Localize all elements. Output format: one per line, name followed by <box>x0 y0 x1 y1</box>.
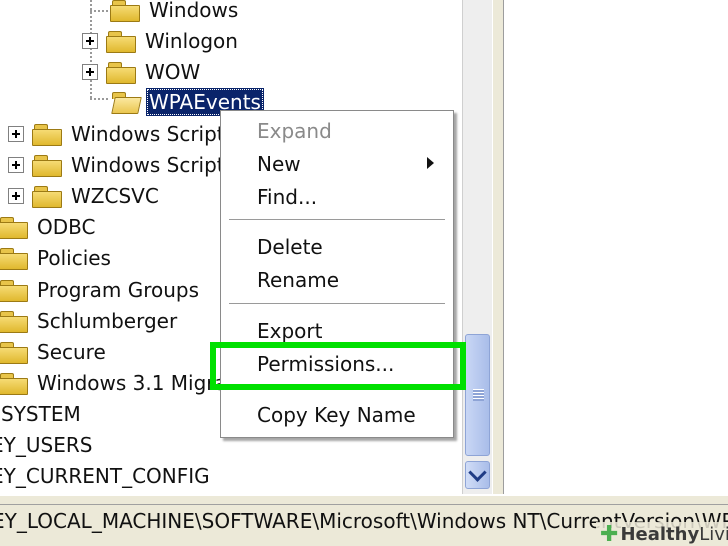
folder-icon <box>32 123 62 146</box>
folder-icon <box>0 310 28 333</box>
tree-connector-line <box>90 98 108 100</box>
tree-item-label: WZCSVC <box>71 184 159 208</box>
tree-item-label: Windows <box>149 0 239 22</box>
folder-icon <box>106 61 136 84</box>
menu-item-expand: Expand <box>257 119 332 143</box>
tree-item-odbc[interactable]: ODBC <box>0 213 98 241</box>
menu-item-new[interactable]: New <box>257 149 301 179</box>
watermark-brand-light: Living <box>699 524 728 545</box>
pane-splitter[interactable] <box>492 0 504 494</box>
tree-item-schlumberger[interactable]: Schlumberger <box>0 307 180 335</box>
menu-separator <box>229 219 445 221</box>
tree-vertical-scrollbar[interactable] <box>462 0 492 494</box>
folder-icon <box>110 0 140 22</box>
menu-separator <box>229 303 445 305</box>
tree-item-label: Windows Script <box>71 153 225 177</box>
folder-icon <box>0 341 28 364</box>
menu-item-find[interactable]: Find... <box>257 182 317 212</box>
menu-item-delete[interactable]: Delete <box>257 232 323 262</box>
healthy-living-watermark: ✚ Healthy Living <box>596 522 728 546</box>
tree-item-label: WOW <box>145 60 201 84</box>
grip-icon <box>473 389 484 401</box>
tree-item-program-groups[interactable]: Program Groups <box>0 276 202 304</box>
plus-logo-icon: ✚ <box>600 522 619 546</box>
plus-box-icon[interactable] <box>8 126 24 142</box>
values-pane <box>504 0 728 494</box>
tree-item-winlogon[interactable]: Winlogon <box>82 27 241 55</box>
tree-item-label: SYSTEM <box>1 402 81 426</box>
tree-item-windows-31-migration[interactable]: Windows 3.1 Migra <box>0 369 230 397</box>
folder-icon <box>0 279 28 302</box>
tree-item-secure[interactable]: Secure <box>0 338 109 366</box>
plus-box-icon[interactable] <box>82 33 98 49</box>
folder-icon <box>106 30 136 53</box>
tree-item-label: Secure <box>37 340 106 364</box>
plus-box-icon[interactable] <box>82 64 98 80</box>
permissions-highlight-box <box>210 342 466 390</box>
tree-item-label: EY_USERS <box>0 433 93 457</box>
tree-item-label: Policies <box>37 246 111 270</box>
tree-item-system[interactable]: SYSTEM <box>0 400 84 428</box>
tree-item-label: EY_CURRENT_CONFIG <box>0 464 210 488</box>
tree-item-hkey-users[interactable]: EY_USERS <box>0 431 95 459</box>
tree-item-label: ODBC <box>37 215 96 239</box>
plus-box-icon[interactable] <box>8 188 24 204</box>
tree-item-windows-script-2[interactable]: Windows Script <box>8 151 228 179</box>
folder-icon <box>0 372 28 395</box>
registry-editor-window: Windows Winlogon WOW WPAEvents Windows S… <box>0 0 728 546</box>
triangle-right-icon <box>427 157 434 169</box>
tree-item-label: Program Groups <box>37 278 200 302</box>
tree-item-hkey-current-config[interactable]: EY_CURRENT_CONFIG <box>0 462 213 490</box>
tree-item-label: Winlogon <box>145 29 238 53</box>
menu-item-copy-key-name[interactable]: Copy Key Name <box>257 400 416 430</box>
tree-item-label: Schlumberger <box>37 309 178 333</box>
tree-item-label: Windows Script <box>71 122 225 146</box>
plus-box-icon[interactable] <box>8 157 24 173</box>
scroll-down-button[interactable] <box>465 461 490 489</box>
tree-item-windows-script-1[interactable]: Windows Script <box>8 120 228 148</box>
tree-item-wzcsvc[interactable]: WZCSVC <box>8 182 162 210</box>
tree-item-label: Windows 3.1 Migra <box>37 371 227 395</box>
folder-icon <box>32 154 62 177</box>
watermark-brand: Healthy <box>620 524 700 545</box>
tree-item-windows[interactable]: Windows <box>110 0 241 24</box>
tree-item-policies[interactable]: Policies <box>0 244 114 272</box>
folder-icon <box>32 185 62 208</box>
tree-connector-line <box>90 10 108 12</box>
scrollbar-thumb[interactable] <box>465 334 490 456</box>
folder-icon <box>0 216 28 239</box>
menu-item-rename[interactable]: Rename <box>257 265 339 295</box>
open-folder-icon <box>110 91 140 113</box>
folder-icon <box>0 247 28 270</box>
chevron-down-icon <box>468 462 487 482</box>
tree-item-wow[interactable]: WOW <box>82 58 203 86</box>
